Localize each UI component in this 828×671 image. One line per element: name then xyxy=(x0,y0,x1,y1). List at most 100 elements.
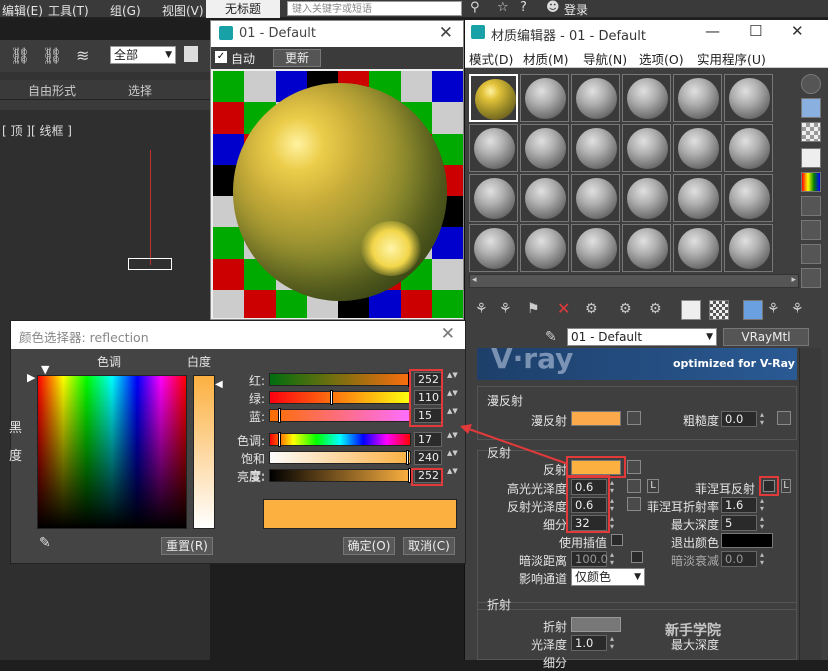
material-sample-slot[interactable] xyxy=(520,224,569,272)
menu-view[interactable]: 视图(V) xyxy=(162,2,206,19)
refl-gloss-map-button[interactable] xyxy=(627,497,641,511)
spinner-arrows-icon[interactable]: ▲▼ xyxy=(447,408,458,423)
material-sample-slot[interactable] xyxy=(520,74,569,122)
material-sample-slot[interactable] xyxy=(622,74,671,122)
color-slider[interactable] xyxy=(269,432,411,447)
refract-color-swatch[interactable] xyxy=(571,617,621,632)
material-sample-slot[interactable] xyxy=(724,124,773,172)
material-sample-slot[interactable] xyxy=(622,224,671,272)
material-sample-slot[interactable] xyxy=(469,174,518,222)
put-to-scene-icon[interactable]: ⚘ xyxy=(499,300,519,320)
material-sample-slot[interactable] xyxy=(622,124,671,172)
material-sample-slot[interactable] xyxy=(520,124,569,172)
material-sample-slot[interactable] xyxy=(571,124,620,172)
color-slider[interactable] xyxy=(269,408,411,423)
slot-scrollbar[interactable]: ◂ ▸ xyxy=(469,274,799,288)
roughness-spinner[interactable]: 0.0 xyxy=(721,411,768,427)
scroll-left-icon[interactable]: ◂ xyxy=(472,275,477,285)
color-value-spinner[interactable]: 17 xyxy=(414,432,442,447)
menu-utilities[interactable]: 实用程序(U) xyxy=(697,49,766,68)
options-icon[interactable] xyxy=(801,220,821,240)
maximize-icon[interactable]: ☐ xyxy=(749,22,762,40)
material-name-field[interactable]: 01 - Default ▼ xyxy=(567,328,717,346)
whiteness-bar[interactable] xyxy=(193,375,215,529)
cancel-button[interactable]: 取消(C) xyxy=(403,537,455,555)
material-sample-slot[interactable] xyxy=(520,174,569,222)
viewport-label[interactable]: [ 顶 ][ 线框 ] xyxy=(2,122,72,139)
affect-channels-dropdown[interactable]: 仅颜色 ▼ xyxy=(571,568,645,586)
material-sample-slot[interactable] xyxy=(673,74,722,122)
make-unique-icon[interactable]: ⚙ xyxy=(619,300,639,320)
make-preview-icon[interactable] xyxy=(801,196,821,216)
material-sample-slot[interactable] xyxy=(571,74,620,122)
help-icon[interactable]: ? xyxy=(520,0,527,15)
material-navigator-icon[interactable] xyxy=(801,268,821,288)
sample-type-icon[interactable] xyxy=(801,74,821,94)
material-sample-slot[interactable] xyxy=(571,224,620,272)
exit-color-swatch[interactable] xyxy=(721,533,773,548)
eyedropper-icon[interactable]: ✎ xyxy=(39,535,51,551)
show-end-result-icon[interactable] xyxy=(743,300,763,320)
ok-button[interactable]: 确定(O) xyxy=(343,537,395,555)
bind-spacewarp-icon[interactable]: ≋ xyxy=(76,46,89,65)
auto-checkbox[interactable]: ✓ xyxy=(215,51,227,63)
close-icon[interactable]: ✕ xyxy=(441,324,455,344)
diffuse-section-title[interactable]: 漫反射 xyxy=(487,392,523,409)
material-sample-slot[interactable] xyxy=(724,224,773,272)
dim-falloff-spinner[interactable]: 0.0 xyxy=(721,551,768,567)
refraction-section-title[interactable]: 折射 xyxy=(487,596,511,613)
selection-filter-dropdown[interactable]: 全部 ▼ xyxy=(110,46,176,64)
select-object-icon[interactable] xyxy=(184,46,198,62)
rollout-scrollbar[interactable] xyxy=(799,348,821,660)
material-sample-slot[interactable] xyxy=(571,174,620,222)
reset-button[interactable]: 重置(R) xyxy=(161,537,213,555)
menu-edit[interactable]: 编辑(E) xyxy=(2,2,43,19)
go-to-parent-icon[interactable]: ⚘ xyxy=(767,300,787,320)
show-map-icon[interactable] xyxy=(709,300,729,320)
reset-map-icon[interactable]: ✕ xyxy=(557,300,577,320)
close-icon[interactable]: ✕ xyxy=(791,22,804,40)
spinner-arrows-icon[interactable]: ▲▼ xyxy=(447,372,458,387)
color-slider[interactable] xyxy=(269,450,411,465)
slider-thumb[interactable] xyxy=(330,390,333,405)
use-interp-checkbox[interactable] xyxy=(611,534,623,546)
ribbon-freeform[interactable]: 自由形式 xyxy=(28,82,76,99)
backlight-icon[interactable] xyxy=(801,98,821,118)
assign-material-icon[interactable]: ⚑ xyxy=(527,300,547,320)
slider-thumb[interactable] xyxy=(278,408,281,423)
spinner-arrows-icon[interactable]: ▲▼ xyxy=(447,450,458,465)
reflect-map-button[interactable] xyxy=(627,460,641,474)
material-sample-slot[interactable] xyxy=(469,124,518,172)
roughness-map-button[interactable] xyxy=(777,411,791,425)
material-sample-slot[interactable] xyxy=(724,74,773,122)
update-button[interactable]: 更新 xyxy=(273,49,321,67)
max-depth-spinner[interactable]: 5 xyxy=(721,515,768,531)
material-sample-slot[interactable] xyxy=(469,224,518,272)
close-icon[interactable]: ✕ xyxy=(439,23,453,43)
menu-tools[interactable]: 工具(T) xyxy=(48,2,89,19)
link-icon[interactable]: ⛓ xyxy=(10,46,30,65)
refract-gloss-spinner[interactable]: 1.0 xyxy=(571,635,618,651)
material-sample-slot[interactable] xyxy=(673,224,722,272)
background-checker-icon[interactable] xyxy=(801,122,821,142)
go-forward-sibling-icon[interactable]: ⚘ xyxy=(791,300,811,320)
minimize-icon[interactable]: — xyxy=(705,22,720,40)
material-sample-slot[interactable] xyxy=(622,174,671,222)
ribbon-selection[interactable]: 选择 xyxy=(128,82,152,99)
slider-thumb[interactable] xyxy=(406,450,409,465)
get-material-icon[interactable]: ⚘ xyxy=(475,300,495,320)
diffuse-color-swatch[interactable] xyxy=(571,411,621,426)
material-sample-slot[interactable] xyxy=(469,74,518,122)
copy-material-icon[interactable]: ⚙ xyxy=(585,300,605,320)
material-sample-slot[interactable] xyxy=(724,174,773,222)
login-link[interactable]: 登录 xyxy=(564,1,588,18)
color-slider[interactable] xyxy=(269,390,411,405)
color-slider[interactable] xyxy=(269,372,411,387)
spinner-arrows-icon[interactable]: ▲▼ xyxy=(447,390,458,405)
video-color-check-icon[interactable] xyxy=(801,172,821,192)
fresnel-ior-spinner[interactable]: 1.6 xyxy=(721,497,768,513)
binoculars-icon[interactable]: ⚲ xyxy=(470,0,480,15)
slider-thumb[interactable] xyxy=(278,432,281,447)
spinner-arrows-icon[interactable]: ▲▼ xyxy=(447,468,458,483)
hilight-gloss-map-button[interactable] xyxy=(627,479,641,493)
